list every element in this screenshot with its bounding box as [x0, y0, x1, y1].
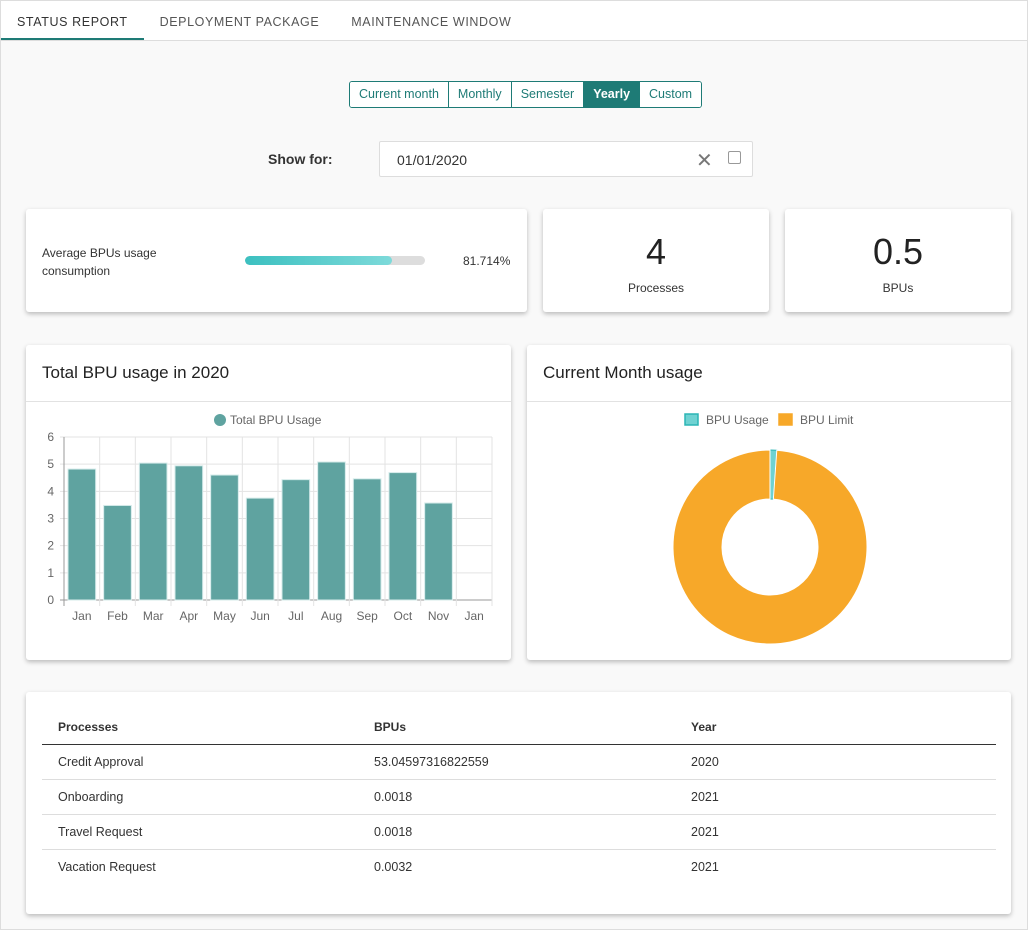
process-bpus: 0.0018 — [358, 814, 675, 850]
bar-aug — [317, 461, 346, 601]
process-name: Onboarding — [42, 779, 358, 815]
x-tick-label: Oct — [393, 609, 412, 623]
period-semester[interactable]: Semester — [511, 82, 585, 107]
y-tick-label: 6 — [47, 430, 54, 444]
bpus-card: 0.5 BPUs — [785, 209, 1011, 312]
legend-label: Total BPU Usage — [230, 413, 322, 427]
y-tick-label: 2 — [47, 539, 54, 553]
processes-count: 4 — [645, 231, 667, 272]
x-tick-label: Mar — [143, 609, 164, 623]
period-custom[interactable]: Custom — [640, 82, 702, 107]
processes-table-card: Processes BPUs Year Credit Approval 53.04… — [26, 692, 1011, 914]
bpus-label: BPUs — [882, 281, 914, 295]
processes-label: Processes — [627, 281, 685, 295]
date-value: 01/01/2020 — [397, 152, 468, 168]
bar-oct — [388, 472, 418, 601]
bar-chart-title: Total BPU usage in 2020 — [26, 345, 511, 402]
period-current-month[interactable]: Current month — [350, 82, 449, 107]
bar-feb — [103, 504, 132, 601]
x-tick-label: Jun — [250, 609, 269, 623]
bar-jun — [245, 497, 275, 601]
bar-sep — [352, 478, 382, 601]
donut-chart: BPU Usage BPU Limit — [672, 413, 868, 645]
x-tick-label: Aug — [321, 609, 342, 623]
y-tick-label: 5 — [47, 457, 54, 471]
process-name: Travel Request — [42, 814, 358, 850]
bar-mar — [138, 462, 168, 601]
table-row[interactable]: Onboarding 0.0018 2021 — [42, 779, 996, 815]
legend-label: BPU Usage — [706, 413, 769, 427]
tab-status-report[interactable]: STATUS REPORT — [1, 1, 144, 40]
process-bpus: 53.04597316822559 — [358, 744, 675, 780]
donut-chart-card: Current Month usage BPU Usage BPU Limit — [527, 345, 1011, 660]
y-tick-label: 4 — [47, 484, 54, 498]
x-tick-label: Jan — [72, 609, 91, 623]
period-selector: Current month Monthly Semester Yearly Cu… — [349, 81, 703, 108]
process-year: 2021 — [691, 859, 719, 874]
date-input[interactable]: 01/01/2020 ✕ — [379, 141, 753, 177]
y-tick-label: 3 — [47, 512, 54, 526]
bar-nov — [424, 502, 453, 601]
x-tick-label: Feb — [107, 609, 128, 623]
tab-deployment-package[interactable]: DEPLOYMENT PACKAGE — [144, 1, 336, 40]
avg-usage-card: Average BPUs usage consumption 81.714% — [26, 209, 527, 312]
period-monthly[interactable]: Monthly — [448, 82, 512, 107]
process-year: 2021 — [675, 779, 996, 815]
process-year: 2020 — [675, 744, 996, 780]
avg-usage-value: 81.714% — [463, 254, 511, 268]
show-for-label: Show for: — [268, 151, 333, 167]
bar-apr — [174, 465, 204, 601]
table-row[interactable]: Vacation Request 0.0032 2021 — [42, 849, 996, 884]
x-tick-label: Nov — [428, 609, 449, 623]
bar-chart-card: Total BPU usage in 2020 Total BPU Usage 0… — [26, 345, 511, 660]
calendar-icon[interactable] — [728, 151, 741, 164]
processes-table: Processes BPUs Year Credit Approval 53.04… — [42, 710, 996, 884]
legend-label: BPU Limit — [800, 413, 854, 427]
process-year: 2021 — [675, 814, 996, 850]
process-name: Credit Approval — [42, 744, 358, 780]
clear-icon[interactable]: ✕ — [696, 148, 713, 173]
legend-swatch-1 — [778, 413, 793, 426]
avg-usage-label: Average BPUs usage consumption — [42, 246, 157, 278]
tab-bar: STATUS REPORT DEPLOYMENT PACKAGE MAINTEN… — [1, 1, 1027, 41]
period-yearly[interactable]: Yearly — [584, 82, 641, 107]
y-tick-label: 1 — [47, 566, 54, 580]
donut-chart-title: Current Month usage — [527, 345, 1011, 402]
x-tick-label: Jul — [288, 609, 303, 623]
process-name: Vacation Request — [58, 859, 156, 874]
bar-chart: Total BPU Usage 0 1 2 3 4 5 6 Jan Feb Mar Apr May Jun… — [47, 413, 493, 623]
avg-usage-progress — [245, 256, 425, 265]
avg-usage-progress-fill — [245, 256, 393, 265]
bpus-count: 0.5 — [872, 231, 924, 272]
legend-marker — [214, 414, 226, 426]
table-row[interactable]: Travel Request 0.0018 2021 — [42, 814, 996, 850]
x-tick-label: Sep — [356, 609, 378, 623]
legend-swatch-0 — [684, 413, 699, 426]
header-bpus: BPUs — [358, 710, 675, 745]
header-year: Year — [675, 710, 996, 745]
y-tick-label: 0 — [47, 593, 54, 607]
bar-may — [210, 474, 239, 601]
process-bpus: 0.0018 — [358, 779, 675, 815]
table-row[interactable]: Credit Approval 53.04597316822559 2020 — [42, 744, 996, 780]
slice-bpu-limit — [672, 449, 868, 645]
bar-jul — [281, 479, 311, 601]
x-tick-label: Jan — [464, 609, 483, 623]
process-bpus: 0.0032 — [374, 859, 413, 874]
header-processes: Processes — [42, 710, 358, 745]
x-tick-label: May — [213, 609, 236, 623]
tab-maintenance-window[interactable]: MAINTENANCE WINDOW — [335, 1, 527, 40]
processes-card: 4 Processes — [543, 209, 769, 312]
bar-jan — [67, 468, 97, 601]
x-tick-label: Apr — [179, 609, 198, 623]
